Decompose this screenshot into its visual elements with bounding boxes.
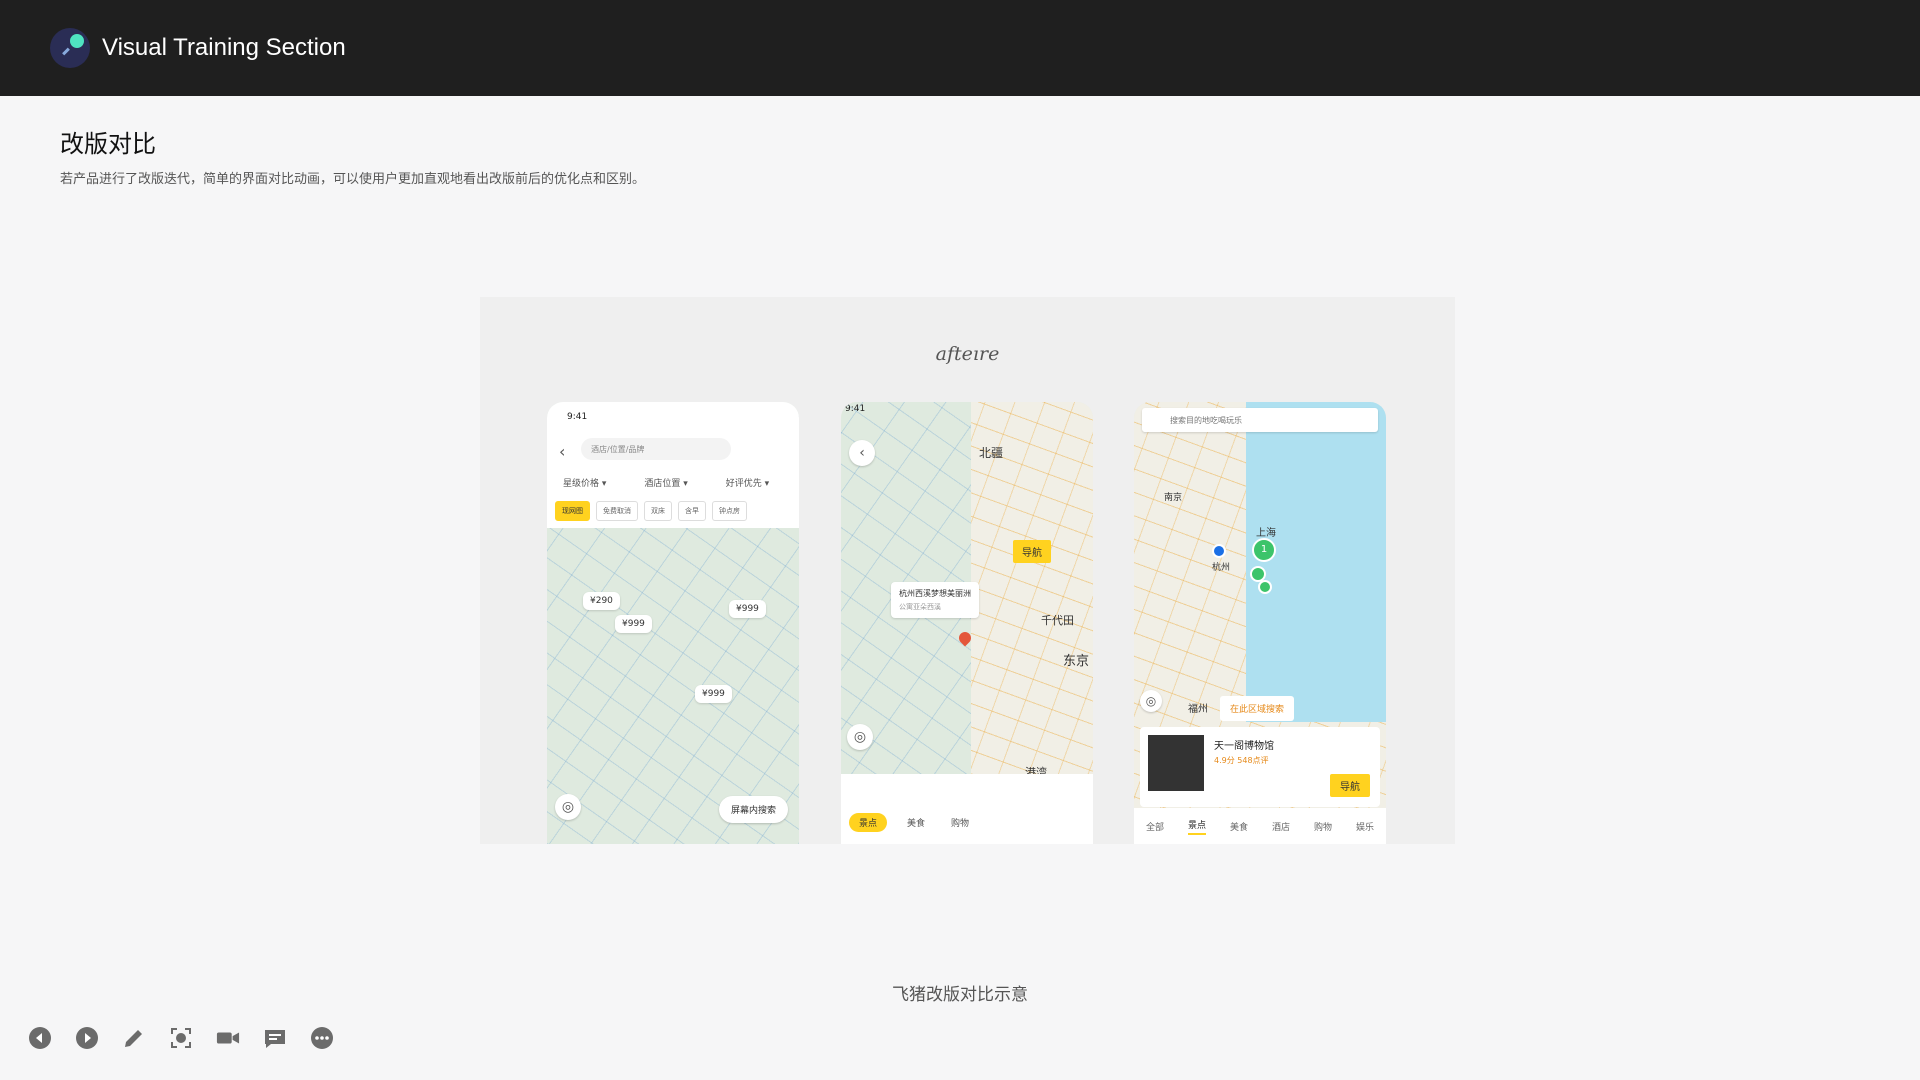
phone-screen-route-map: 9:41 ‹ 北疆 导航 杭州西溪梦想美丽洲 公寓亚朵西溪 千代田 东京 港湾 … — [841, 402, 1093, 844]
back-chevron-icon: ‹ — [559, 442, 566, 461]
poi-nav-button: 导航 — [1330, 774, 1370, 797]
chip: 现网图 — [555, 501, 590, 521]
filter-item: 酒店位置 ▾ — [644, 479, 688, 489]
comparison-figure: afteıre 9:41 ‹ 酒店/位置/品牌 星级价格 ▾ 酒店位置 ▾ 好评… — [480, 297, 1455, 844]
tab-hotel: 酒店 — [1271, 822, 1290, 833]
place-label: 南京 — [1164, 493, 1183, 503]
chip: 免费取消 — [596, 501, 638, 521]
current-location-icon — [1212, 544, 1226, 558]
place-label: 福州 — [1188, 704, 1208, 715]
hotel-sub: 公寓亚朵西溪 — [899, 603, 941, 611]
section-title: 改版对比 — [60, 130, 156, 158]
figure-caption: 飞猪改版对比示意 — [892, 985, 1028, 1005]
tab-shopping: 购物 — [951, 819, 970, 829]
status-time: 9:41 — [845, 404, 866, 414]
comment-icon[interactable] — [263, 1026, 287, 1050]
phone-screen-hotel-map: 9:41 ‹ 酒店/位置/品牌 星级价格 ▾ 酒店位置 ▾ 好评优先 ▾ 现网图… — [547, 402, 799, 844]
chip: 钟点房 — [712, 501, 747, 521]
hotel-search-input: 酒店/位置/品牌 — [581, 438, 731, 460]
price-marker: ¥999 — [695, 685, 732, 703]
video-icon[interactable] — [216, 1026, 240, 1050]
price-marker: ¥999 — [615, 615, 652, 633]
screenshot-icon[interactable] — [169, 1026, 193, 1050]
tab-scenic: 景点 — [1187, 818, 1206, 835]
category-tab-bar: 全部 景点 美食 酒店 购物 娱乐 — [1134, 808, 1386, 844]
top-bar: Visual Training Section — [0, 0, 1920, 96]
search-this-area-button: 在此区域搜索 — [1220, 696, 1295, 721]
app-title: Visual Training Section — [102, 34, 346, 61]
place-label: 上海 — [1256, 528, 1276, 539]
tab-food: 美食 — [1229, 822, 1248, 833]
nav-tag: 导航 — [1013, 540, 1051, 563]
status-bar: 9:41 — [547, 402, 799, 428]
prev-icon[interactable] — [28, 1026, 52, 1050]
tab-food: 美食 — [907, 819, 926, 829]
chip: 含早 — [678, 501, 706, 521]
poi-card: 天一阁博物馆 4.9分 548点评 导航 — [1140, 727, 1380, 807]
back-chevron-icon: ‹ — [849, 440, 875, 466]
pencil-icon[interactable] — [122, 1026, 146, 1050]
app-logo-icon — [50, 28, 90, 68]
section-description: 若产品进行了改版迭代，简单的界面对比动画，可以使用户更加直观地看出改版前后的优化… — [60, 172, 646, 187]
hotel-name: 杭州西溪梦想美丽洲 — [899, 589, 971, 598]
tab-shopping: 购物 — [1313, 822, 1332, 833]
place-label: 东京 — [1063, 654, 1090, 669]
cluster-marker: 1 — [1252, 538, 1276, 562]
poi-meta: 4.9分 548点评 — [1214, 756, 1269, 765]
poi-thumbnail — [1148, 735, 1204, 791]
tab-scenic: 景点 — [849, 813, 888, 832]
price-marker: ¥999 — [729, 600, 766, 618]
tab-all: 全部 — [1145, 822, 1164, 833]
hotel-filter-panel: ‹ 酒店/位置/品牌 星级价格 ▾ 酒店位置 ▾ 好评优先 ▾ 现网图 免费取消… — [547, 428, 799, 528]
locate-icon: ◎ — [1140, 690, 1162, 712]
hotel-info-card: 杭州西溪梦想美丽洲 公寓亚朵西溪 — [891, 582, 979, 618]
place-label: 北疆 — [979, 446, 1004, 460]
price-marker: ¥290 — [583, 592, 620, 610]
poi-name: 天一阁博物馆 — [1214, 741, 1274, 752]
more-icon[interactable] — [310, 1026, 334, 1050]
tab-entertainment: 娱乐 — [1355, 822, 1374, 833]
figure-heading: afteıre — [935, 343, 1000, 365]
cluster-marker — [1258, 580, 1272, 594]
bottom-tab-bar: 景点 美食 购物 — [841, 774, 1093, 844]
presentation-toolbar — [28, 1026, 334, 1050]
search-in-screen-button: 屏幕内搜索 — [719, 796, 789, 823]
chip-row: 现网图 免费取消 双床 含早 钟点房 — [555, 501, 747, 521]
place-label: 杭州 — [1212, 563, 1231, 573]
destination-search-input: 搜索目的地吃喝玩乐 — [1142, 408, 1378, 432]
filter-item: 好评优先 ▾ — [725, 479, 770, 489]
locate-icon: ◎ — [555, 794, 581, 820]
filter-item: 星级价格 ▾ — [563, 479, 607, 489]
phone-screen-poi-map: 搜索目的地吃喝玩乐 南京 上海 杭州 福州 1 ◎ 在此区域搜索 天一阁博物馆 … — [1134, 402, 1386, 844]
locate-icon: ◎ — [847, 724, 873, 750]
sea-area — [1246, 402, 1386, 722]
filter-row: 星级价格 ▾ 酒店位置 ▾ 好评优先 ▾ — [563, 476, 769, 489]
place-label: 千代田 — [1041, 614, 1074, 627]
next-icon[interactable] — [75, 1026, 99, 1050]
chip: 双床 — [644, 501, 672, 521]
